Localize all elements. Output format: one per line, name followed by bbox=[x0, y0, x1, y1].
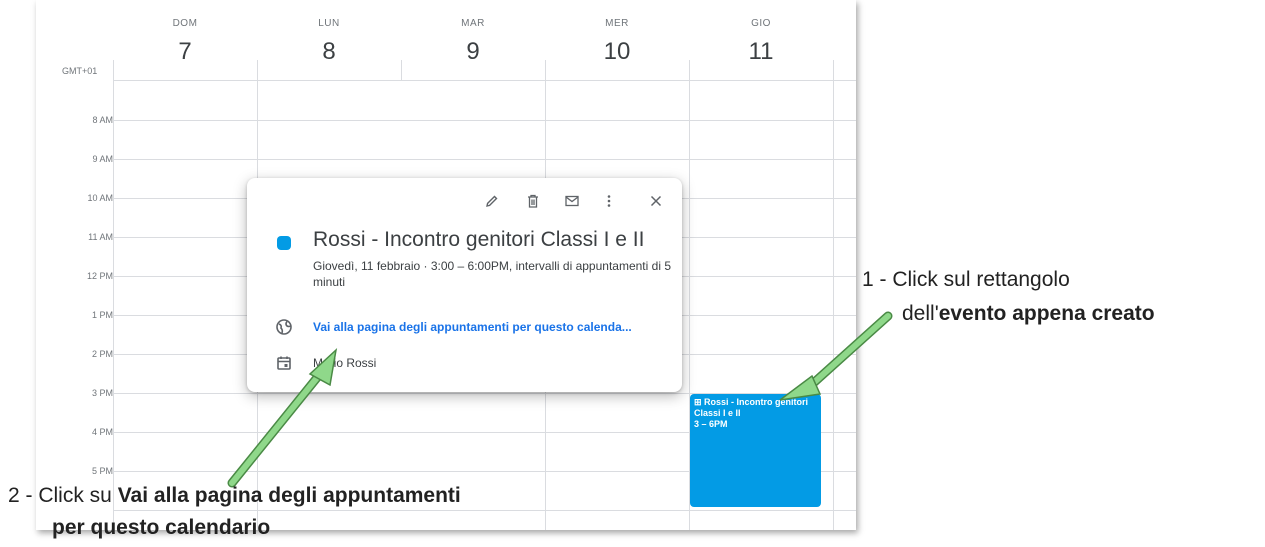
hour-label: 8 AM bbox=[92, 115, 113, 125]
popup-event-date: Giovedì, 11 febbraio · 3:00 – 6:00PM, in… bbox=[313, 259, 671, 289]
globe-icon bbox=[275, 318, 293, 336]
grid-vline bbox=[113, 60, 114, 530]
hour-label: 9 AM bbox=[92, 154, 113, 164]
calendar-icon bbox=[275, 354, 293, 372]
event-title: Rossi - Incontro genitori Classi I e II bbox=[694, 397, 809, 418]
day-name: GIO bbox=[751, 18, 771, 29]
day-number[interactable]: 8 bbox=[257, 38, 401, 66]
annotation-2-bold: Vai alla pagina degli appuntamenti bbox=[117, 484, 461, 507]
annotation-1-line2: dell'evento appena creato bbox=[902, 302, 1155, 326]
hour-label: 10 AM bbox=[87, 193, 113, 203]
annotation-2-text: 2 - Click su bbox=[8, 484, 118, 507]
annotation-2-line2: per questo calendario bbox=[52, 516, 270, 540]
email-icon[interactable] bbox=[560, 192, 584, 216]
edit-icon[interactable] bbox=[480, 192, 504, 216]
day-name: LUN bbox=[318, 18, 340, 29]
calendar-owner: Mario Rossi bbox=[313, 356, 377, 370]
header-divider bbox=[113, 80, 856, 81]
annotation-1-bold: evento appena creato bbox=[938, 302, 1155, 325]
hour-label: 2 PM bbox=[91, 349, 113, 359]
appointment-page-link[interactable]: Vai alla pagina degli appuntamenti per q… bbox=[313, 320, 632, 334]
grid-vline bbox=[401, 60, 402, 80]
close-icon[interactable] bbox=[644, 192, 668, 216]
day-number[interactable]: 7 bbox=[113, 38, 257, 66]
annotation-2-line1: 2 - Click su Vai alla pagina degli appun… bbox=[8, 484, 461, 508]
delete-icon[interactable] bbox=[521, 192, 545, 216]
day-number[interactable]: 9 bbox=[401, 38, 545, 66]
day-name: MER bbox=[605, 18, 629, 29]
day-number[interactable]: 11 bbox=[689, 38, 833, 66]
popup-event-title: Rossi - Incontro genitori Classi I e II bbox=[313, 228, 645, 251]
grid-hline bbox=[113, 159, 856, 160]
day-name: MAR bbox=[461, 18, 485, 29]
event-color-swatch bbox=[277, 236, 291, 250]
annotation-2-bold-2: per questo calendario bbox=[52, 516, 271, 539]
annotation-1-text: dell' bbox=[902, 302, 939, 325]
hour-label: 11 AM bbox=[88, 232, 113, 242]
grid-hline bbox=[113, 510, 856, 511]
hour-label: 5 PM bbox=[91, 466, 113, 476]
hour-label: 3 PM bbox=[91, 388, 113, 398]
day-number[interactable]: 10 bbox=[545, 38, 689, 66]
annotation-1-line1: 1 - Click sul rettangolo bbox=[862, 268, 1070, 291]
grid-hline bbox=[113, 120, 856, 121]
event-time: 3 – 6PM bbox=[694, 419, 728, 429]
hour-label: 12 PM bbox=[86, 271, 113, 281]
event-details-popup: Rossi - Incontro genitori Classi I e II … bbox=[247, 178, 682, 392]
timezone-label: GMT+01 bbox=[62, 66, 98, 76]
grid-vline bbox=[833, 60, 834, 530]
hour-label: 1 PM bbox=[91, 310, 113, 320]
more-icon[interactable] bbox=[597, 192, 621, 216]
grid-icon: ⊞ bbox=[694, 397, 705, 407]
calendar-event[interactable]: ⊞ Rossi - Incontro genitori Classi I e I… bbox=[690, 394, 821, 507]
hour-label: 4 PM bbox=[91, 427, 113, 437]
day-name: DOM bbox=[172, 18, 198, 29]
